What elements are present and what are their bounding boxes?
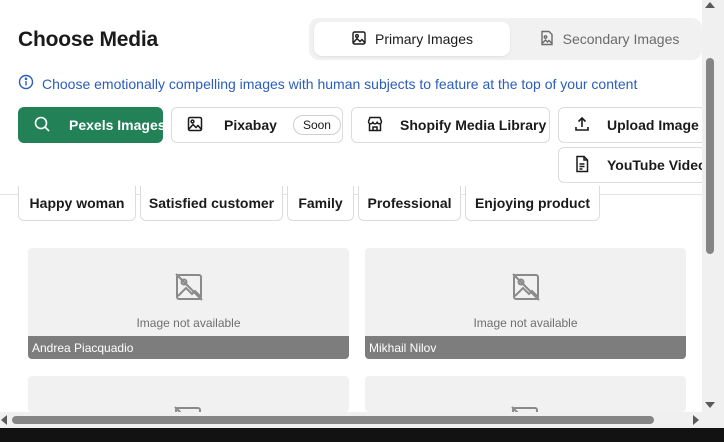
info-message: Choose emotionally compelling images wit… (18, 74, 637, 93)
tab-primary-images[interactable]: Primary Images (314, 22, 510, 56)
button-label: Pexels Images (69, 117, 166, 133)
scroll-up-arrow-icon[interactable] (705, 2, 715, 8)
image-type-tabs: Primary Images Secondary Images (309, 18, 702, 60)
scroll-right-arrow-icon[interactable] (693, 415, 699, 425)
upload-icon (573, 115, 591, 136)
scrollbar-thumb[interactable] (12, 416, 654, 424)
image-placeholder: Image not available (28, 248, 349, 336)
scrollbar-corner (702, 412, 724, 428)
info-icon (18, 74, 34, 93)
suggestion-chip[interactable]: Family (287, 186, 354, 221)
image-icon (351, 30, 367, 49)
pixabay-button[interactable]: Pixabay Soon (171, 107, 343, 143)
suggestion-chip[interactable]: Satisfied customer (140, 186, 283, 221)
search-icon (33, 115, 51, 136)
upload-image-button[interactable]: Upload Image (558, 107, 702, 143)
vertical-scrollbar[interactable] (702, 0, 724, 412)
suggestion-chip[interactable]: Professional (358, 186, 461, 221)
tab-secondary-images[interactable]: Secondary Images (514, 22, 702, 56)
placeholder-text: Image not available (473, 316, 578, 330)
image-icon (186, 115, 204, 136)
horizontal-scrollbar[interactable] (0, 412, 702, 428)
image-unavailable-icon (173, 271, 205, 316)
dialog-title: Choose Media (18, 28, 158, 51)
info-text: Choose emotionally compelling images wit… (42, 75, 638, 92)
document-icon (573, 155, 591, 176)
button-label: Pixabay (224, 117, 277, 133)
tab-label: Primary Images (374, 31, 474, 47)
suggestion-chip[interactable]: Happy woman (18, 186, 136, 221)
youtube-video-button[interactable]: YouTube Video (558, 147, 702, 183)
image-result-card[interactable] (365, 376, 686, 412)
soon-badge: Soon (292, 115, 341, 135)
button-label: YouTube Video (607, 157, 702, 173)
store-icon (366, 115, 384, 136)
image-unavailable-icon (511, 406, 538, 412)
button-label: Upload Image (607, 117, 699, 133)
image-unavailable-icon (174, 406, 201, 412)
placeholder-text: Image not available (136, 316, 241, 330)
scroll-down-arrow-icon[interactable] (705, 402, 715, 408)
shopify-media-library-button[interactable]: Shopify Media Library (351, 107, 550, 143)
window-bottom-edge (0, 428, 724, 442)
suggestion-chip[interactable]: Enjoying product (465, 186, 600, 221)
tab-label: Secondary Images (562, 31, 680, 47)
image-placeholder: Image not available (365, 248, 686, 336)
image-unavailable-icon (510, 271, 542, 316)
image-file-icon (539, 30, 555, 49)
pexels-images-button[interactable]: Pexels Images (18, 107, 166, 143)
button-label: Shopify Media Library (400, 117, 547, 133)
photographer-credit: Andrea Piacquadio (28, 336, 349, 359)
choose-media-dialog: Choose Media Primary Images Secondary Im… (0, 0, 702, 412)
scrollbar-thumb[interactable] (706, 58, 714, 254)
scroll-left-arrow-icon[interactable] (1, 415, 7, 425)
image-result-card[interactable]: Image not available Mikhail Nilov (365, 248, 686, 359)
photographer-credit: Mikhail Nilov (365, 336, 686, 359)
image-result-card[interactable]: Image not available Andrea Piacquadio (28, 248, 349, 359)
image-result-card[interactable] (28, 376, 349, 412)
